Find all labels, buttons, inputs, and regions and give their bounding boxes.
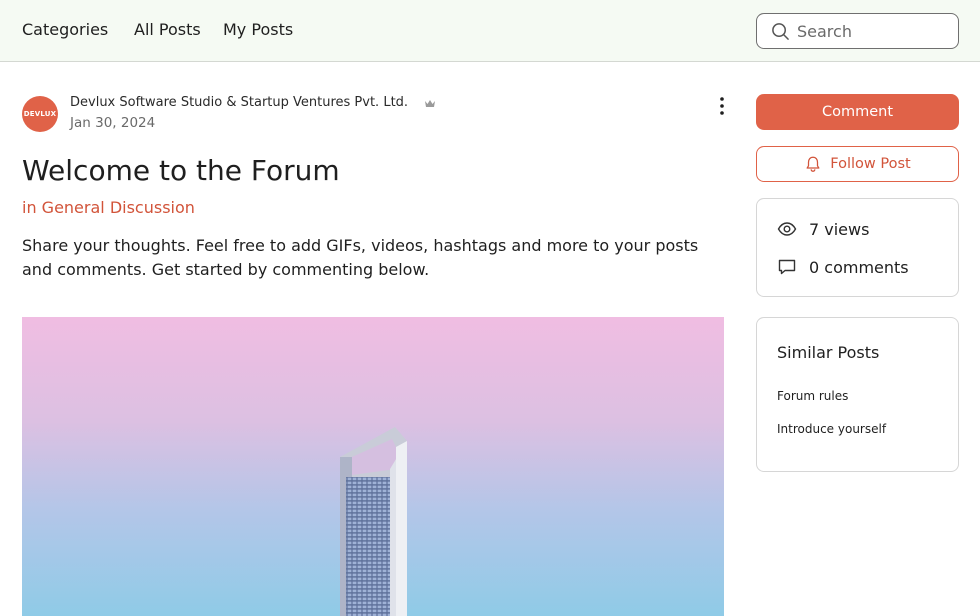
crown-icon (425, 100, 435, 107)
post-date: Jan 30, 2024 (70, 115, 156, 131)
views-count: 7 views (809, 219, 870, 239)
skyscraper-illustration (340, 427, 407, 616)
more-vertical-icon[interactable] (712, 96, 732, 116)
similar-post-link[interactable]: Introduce yourself (777, 422, 886, 436)
author-avatar[interactable]: DEVLUX (22, 96, 58, 132)
views-stat: 7 views (777, 219, 869, 239)
eye-icon (777, 222, 797, 236)
comments-stat: 0 comments (777, 257, 909, 277)
similar-posts-card: Similar Posts Forum rules Introduce your… (756, 317, 959, 472)
search-box[interactable] (756, 13, 959, 49)
follow-post-label: Follow Post (830, 156, 911, 172)
comment-button[interactable]: Comment (756, 94, 959, 130)
top-nav-bar: Categories All Posts My Posts (0, 0, 980, 62)
comment-bubble-icon (778, 259, 796, 275)
follow-post-button[interactable]: Follow Post (756, 146, 959, 182)
nav-my-posts[interactable]: My Posts (223, 20, 293, 39)
post-category-link[interactable]: in General Discussion (22, 198, 195, 217)
similar-post-link[interactable]: Forum rules (777, 389, 848, 403)
bell-icon (806, 156, 820, 172)
search-icon (772, 23, 789, 40)
nav-all-posts[interactable]: All Posts (134, 20, 201, 39)
post-body: Share your thoughts. Feel free to add GI… (22, 236, 699, 279)
post-stats-card: 7 views 0 comments (756, 198, 959, 297)
search-input[interactable] (797, 20, 947, 42)
post-image (22, 317, 724, 616)
similar-posts-title: Similar Posts (777, 343, 880, 362)
author-name[interactable]: Devlux Software Studio & Startup Venture… (70, 95, 408, 110)
comments-count: 0 comments (809, 257, 909, 277)
post-title: Welcome to the Forum (22, 154, 340, 187)
nav-categories[interactable]: Categories (22, 20, 108, 39)
